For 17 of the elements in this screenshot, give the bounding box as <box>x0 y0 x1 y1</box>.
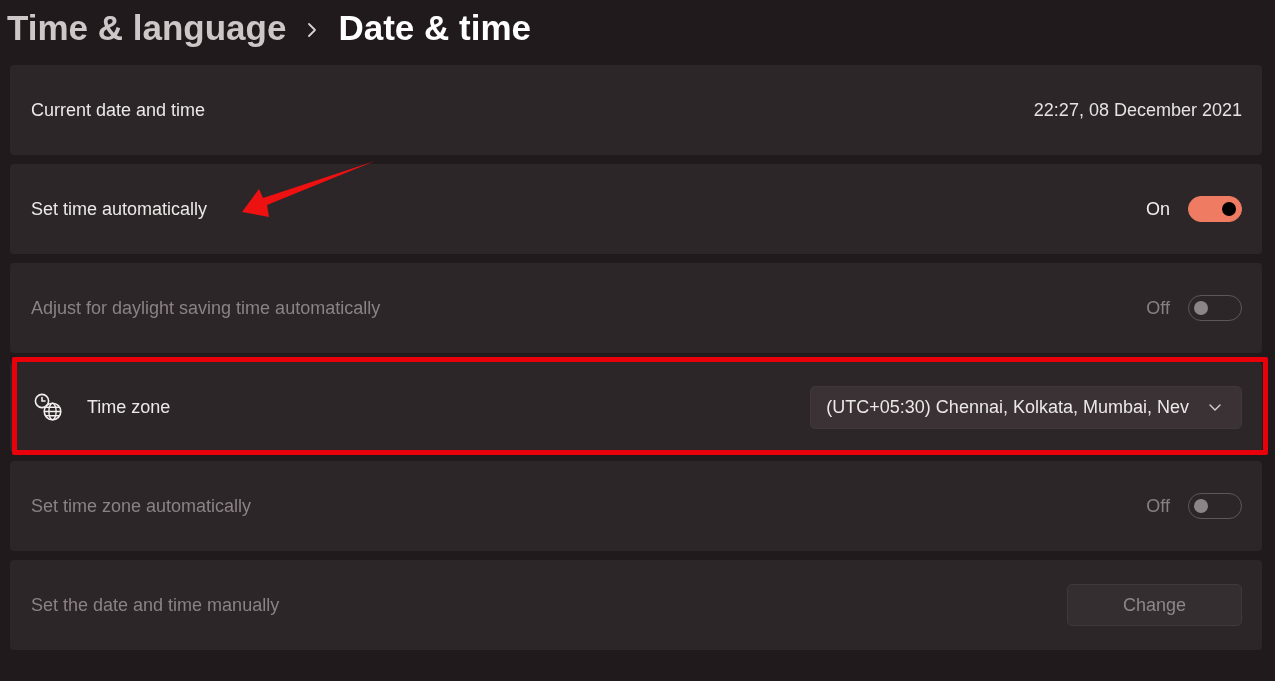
setting-label: Time zone <box>87 396 171 418</box>
clock-globe-icon <box>34 393 62 421</box>
setting-label: Set time zone automatically <box>31 495 252 517</box>
chevron-right-icon <box>308 23 317 37</box>
setting-label: Current date and time <box>31 99 206 121</box>
timezone-dropdown[interactable]: (UTC+05:30) Chennai, Kolkata, Mumbai, Nev <box>810 385 1242 429</box>
chevron-down-icon <box>1209 403 1221 411</box>
page-title: Date & time <box>338 7 531 49</box>
setting-label: Adjust for daylight saving time automatically <box>31 297 381 319</box>
toggle-state-label: On <box>1146 198 1170 220</box>
toggle-state-label: Off <box>1146 297 1170 319</box>
breadcrumb-link[interactable]: Time & language <box>7 7 287 49</box>
toggle-switch[interactable] <box>1188 196 1242 222</box>
setting-label: Set time automatically <box>31 198 208 220</box>
toggle-state-label: Off <box>1146 495 1170 517</box>
setting-label: Set the date and time manually <box>31 594 280 616</box>
date-time-value: 22:27, 08 December 2021 <box>1033 99 1242 121</box>
